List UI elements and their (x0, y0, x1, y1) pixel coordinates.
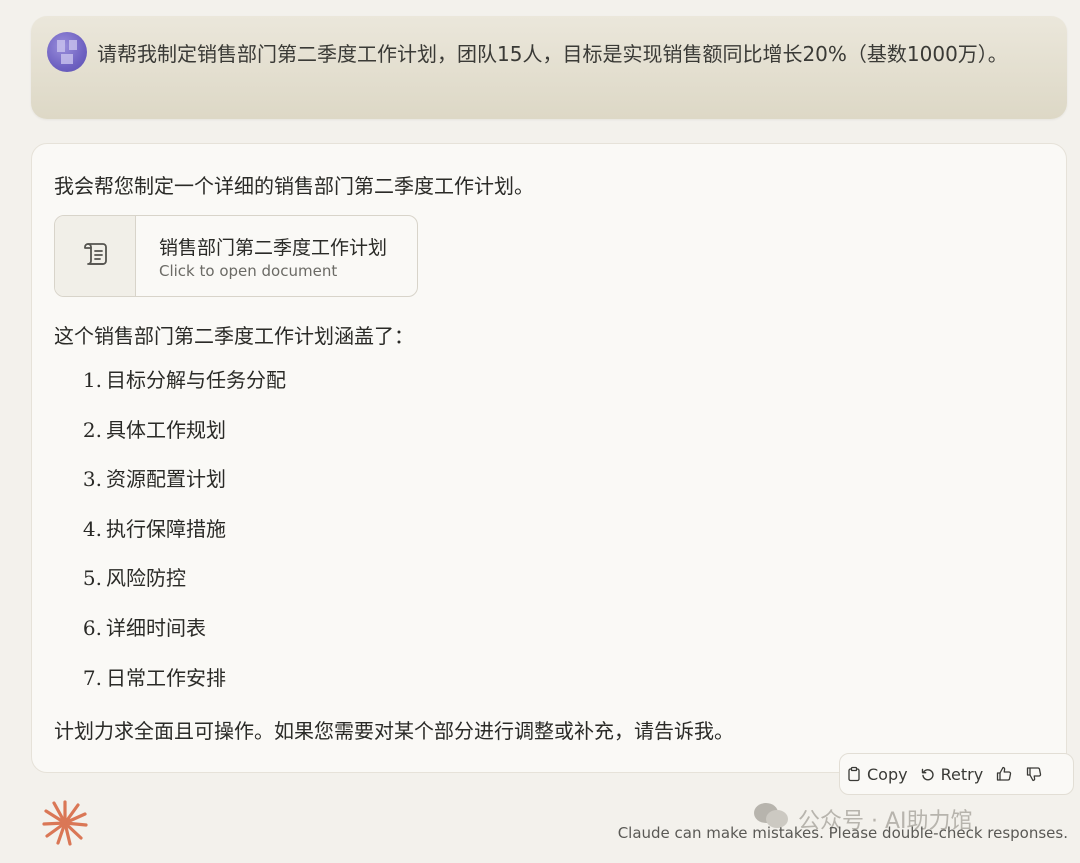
list-item: 4. 执行保障措施 (82, 516, 226, 541)
thumbs-up-button[interactable] (989, 754, 1019, 794)
thumbs-down-button[interactable] (1019, 754, 1049, 794)
scroll-document-icon (80, 239, 110, 273)
thumbs-down-icon (1025, 765, 1043, 783)
assistant-message: 我会帮您制定一个详细的销售部门第二季度工作计划。 销售部门第二季度工作计划 Cl… (31, 143, 1067, 773)
list-item: 3. 资源配置计划 (82, 467, 226, 492)
message-actions: Copy Retry (839, 753, 1074, 795)
list-item: 6. 详细时间表 (82, 615, 206, 640)
retry-label: Retry (940, 764, 984, 784)
list-item: 5. 风险防控 (82, 566, 186, 591)
assistant-intro: 我会帮您制定一个详细的销售部门第二季度工作计划。 (54, 174, 534, 198)
summary-text: 这个销售部门第二季度工作计划涵盖了： (54, 324, 414, 348)
retry-icon (920, 766, 936, 782)
artifact-title: 销售部门第二季度工作计划 (159, 237, 388, 259)
artifact-subtitle: Click to open document (159, 262, 338, 280)
thumbs-up-icon (995, 765, 1013, 783)
copy-label: Copy (867, 764, 908, 784)
closing-text: 计划力求全面且可操作。如果您需要对某个部分进行调整或补充，请告诉我。 (54, 719, 734, 743)
list-item: 2. 具体工作规划 (82, 417, 226, 442)
retry-button[interactable]: Retry (914, 754, 990, 794)
list-item: 1. 目标分解与任务分配 (82, 368, 286, 392)
list-item: 7. 日常工作安排 (82, 665, 226, 690)
disclaimer-text: Claude can make mistakes. Please double-… (617, 824, 1068, 842)
artifact-card[interactable]: 销售部门第二季度工作计划 Click to open document (54, 215, 418, 297)
clipboard-icon (846, 766, 862, 782)
claude-logo-icon (40, 798, 90, 848)
user-avatar (47, 32, 87, 72)
copy-button[interactable]: Copy (840, 754, 914, 794)
plan-list: 1. 目标分解与任务分配 2. 具体工作规划 3. 资源配置计划 4. 执行保障措施 5… (54, 365, 286, 712)
user-message: 请帮我制定销售部门第二季度工作计划，团队15人，目标是实现销售额同比增长20%（… (31, 16, 1067, 119)
user-message-text: 请帮我制定销售部门第二季度工作计划，团队15人，目标是实现销售额同比增长20%（… (97, 42, 1008, 66)
